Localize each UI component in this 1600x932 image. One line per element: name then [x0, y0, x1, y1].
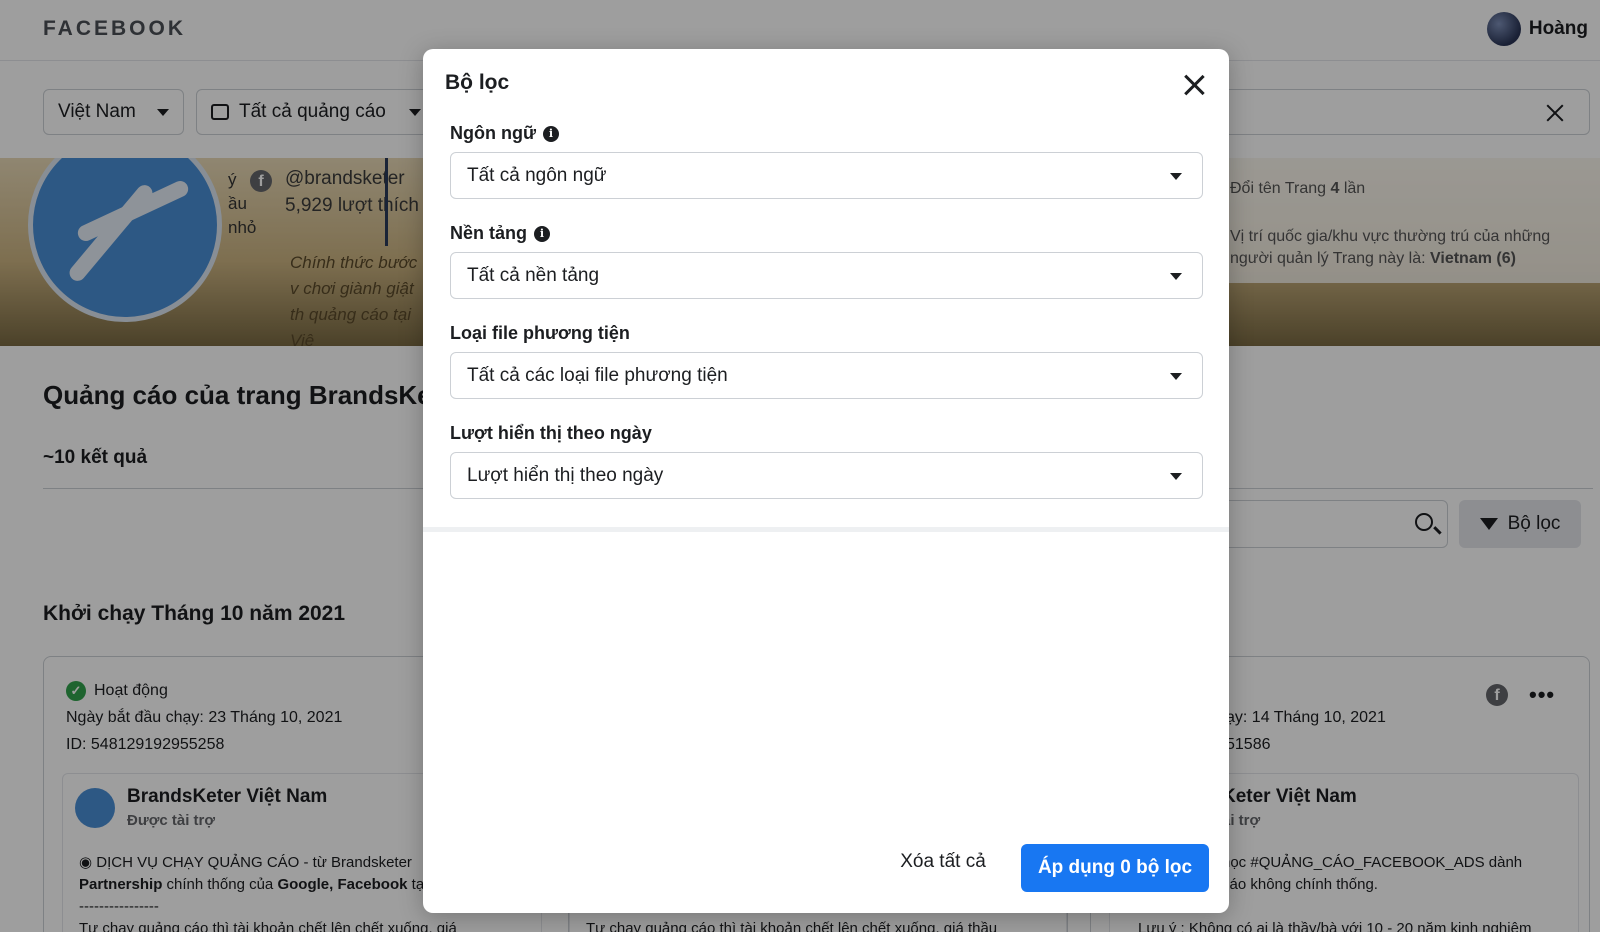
info-icon[interactable]: i — [543, 125, 560, 142]
caret-down-icon — [1170, 473, 1182, 480]
filter-dialog: Bộ lọc Ngôn ngữ i Tất cả ngôn ngữ Nền tả… — [423, 49, 1229, 913]
dialog-title: Bộ lọc — [445, 71, 510, 94]
info-icon[interactable]: i — [534, 225, 551, 242]
daily-impressions-label: Lượt hiển thị theo ngày — [450, 423, 652, 443]
platform-label: Nền tảng i — [450, 223, 551, 244]
caret-down-icon — [1170, 373, 1182, 380]
daily-impressions-select[interactable]: Lượt hiển thị theo ngày — [450, 452, 1203, 499]
platform-select-value: Tất cả nền tảng — [467, 264, 600, 286]
language-select[interactable]: Tất cả ngôn ngữ — [450, 152, 1203, 199]
daily-impressions-select-value: Lượt hiển thị theo ngày — [467, 464, 664, 486]
caret-down-icon — [1170, 173, 1182, 180]
dialog-divider — [423, 527, 1229, 532]
clear-all-button[interactable]: Xóa tất cả — [888, 839, 998, 885]
language-label: Ngôn ngữ i — [450, 123, 560, 144]
close-icon[interactable] — [1183, 74, 1205, 96]
caret-down-icon — [1170, 273, 1182, 280]
platform-select[interactable]: Tất cả nền tảng — [450, 252, 1203, 299]
apply-filters-button[interactable]: Áp dụng 0 bộ lọc — [1021, 844, 1209, 892]
media-type-select-value: Tất cả các loại file phương tiện — [467, 364, 728, 386]
media-type-label: Loại file phương tiện — [450, 323, 630, 343]
media-type-select[interactable]: Tất cả các loại file phương tiện — [450, 352, 1203, 399]
language-select-value: Tất cả ngôn ngữ — [467, 164, 607, 186]
